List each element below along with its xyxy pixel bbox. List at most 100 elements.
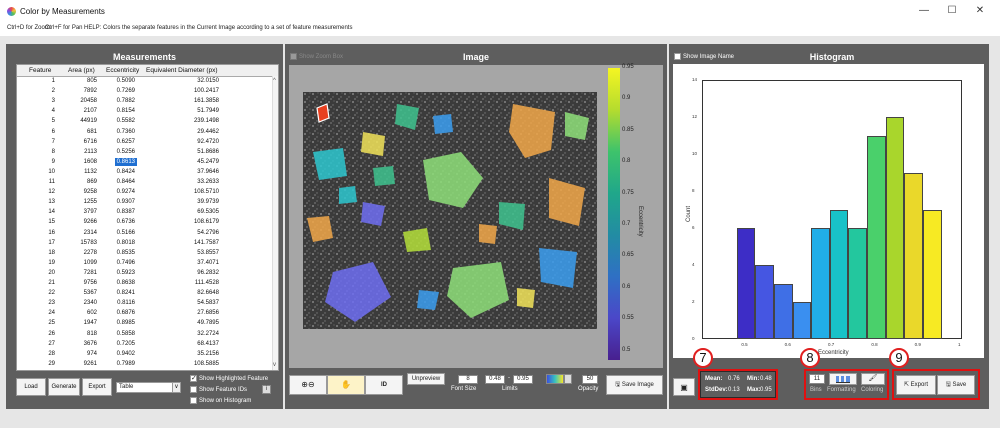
cell-diameter: 37.9646 bbox=[197, 168, 219, 175]
table-row[interactable]: 14 3797 0.8387 69.5305 bbox=[17, 208, 275, 217]
measurements-table[interactable]: Feature Area (px) Eccentricity Equivalen… bbox=[16, 64, 279, 371]
info-icon[interactable]: i bbox=[262, 385, 271, 394]
table-row[interactable]: 6 681 0.7360 29.4462 bbox=[17, 128, 275, 137]
cell-diameter: 45.2479 bbox=[197, 158, 219, 165]
table-row[interactable]: 16 2314 0.5166 54.2796 bbox=[17, 229, 275, 238]
show-image-name-checkbox[interactable] bbox=[674, 53, 681, 60]
highlighted-feature bbox=[316, 103, 330, 123]
cell-feature: 12 bbox=[48, 189, 55, 196]
copy-to-clipboard-button[interactable]: ▣ bbox=[673, 378, 695, 396]
id-tool-button[interactable]: ID bbox=[365, 375, 403, 395]
font-size-input[interactable]: 8 bbox=[458, 375, 478, 384]
segmented-image[interactable] bbox=[303, 92, 597, 329]
table-row[interactable]: 1 805 0.5090 32.0150 bbox=[17, 77, 275, 86]
table-row[interactable]: 29 9261 0.7989 108.5885 bbox=[17, 360, 275, 369]
table-row[interactable]: 18 2278 0.8535 53.8557 bbox=[17, 249, 275, 258]
limit-high-input[interactable]: 0.95 bbox=[513, 375, 533, 384]
cell-feature: 8 bbox=[51, 148, 55, 155]
table-row[interactable]: 10 1132 0.8424 37.9646 bbox=[17, 168, 275, 177]
y-tick-label: 4 bbox=[692, 262, 695, 267]
cell-area: 9756 bbox=[83, 280, 97, 286]
marker-8: 8 bbox=[800, 348, 820, 368]
scroll-up-icon[interactable]: ^ bbox=[273, 78, 276, 84]
image-title: Image bbox=[462, 52, 489, 62]
show-highlighted-checkbox[interactable] bbox=[190, 374, 197, 382]
table-row[interactable]: 9 1608 0.8613 45.2479 bbox=[17, 157, 275, 167]
col-diameter[interactable]: Equivalent Diameter (px) bbox=[146, 67, 218, 74]
cell-area: 20458 bbox=[80, 98, 97, 105]
help-bar: Ctrl+D for Zoom Ctrl+F for Pan HELP: Col… bbox=[0, 22, 1000, 36]
load-button[interactable]: Load bbox=[16, 378, 46, 396]
cell-eccentricity: 0.8387 bbox=[116, 209, 135, 216]
table-row[interactable]: 17 15783 0.8018 141.7587 bbox=[17, 239, 275, 248]
cell-feature: 18 bbox=[48, 249, 55, 256]
colormap-swatch[interactable] bbox=[546, 374, 564, 384]
table-scrollbar[interactable] bbox=[272, 76, 278, 370]
table-row[interactable]: 7 6716 0.6257 92.4720 bbox=[17, 138, 275, 147]
table-row[interactable]: 15 9266 0.6736 108.6179 bbox=[17, 218, 275, 227]
table-row[interactable]: 26 818 0.5858 32.2724 bbox=[17, 330, 275, 339]
cell-feature: 28 bbox=[48, 350, 55, 357]
minimize-button[interactable]: — bbox=[914, 4, 934, 18]
limit-low-input[interactable]: 0.48 bbox=[485, 375, 505, 384]
table-row[interactable]: 28 974 0.9402 35.2156 bbox=[17, 350, 275, 359]
title-bar bbox=[0, 0, 1000, 22]
cell-feature: 24 bbox=[48, 310, 55, 317]
table-row[interactable]: 12 9258 0.9274 108.5710 bbox=[17, 188, 275, 197]
table-row[interactable]: 24 602 0.6876 27.6856 bbox=[17, 309, 275, 318]
cell-area: 681 bbox=[86, 128, 97, 135]
table-row[interactable]: 23 2340 0.8116 54.5837 bbox=[17, 299, 275, 308]
cell-area: 869 bbox=[86, 179, 97, 185]
table-row[interactable]: 2 7892 0.7269 100.2417 bbox=[17, 87, 275, 96]
cell-feature: 16 bbox=[48, 229, 55, 236]
table-row[interactable]: 4 2107 0.8154 51.7949 bbox=[17, 107, 275, 116]
table-row[interactable]: 8 2113 0.5256 51.8686 bbox=[17, 148, 275, 157]
x-tick-label: 1 bbox=[958, 342, 961, 347]
table-row[interactable]: 5 44919 0.5582 239.1498 bbox=[17, 117, 275, 126]
save-image-button[interactable]: 🖫 Save Image bbox=[606, 375, 663, 395]
histogram-bar bbox=[755, 265, 774, 339]
cell-diameter: 37.4071 bbox=[197, 259, 219, 266]
colorbar-label: Eccentricity bbox=[637, 206, 643, 237]
table-row[interactable]: 22 5367 0.8241 82.6648 bbox=[17, 289, 275, 298]
cell-eccentricity: 0.6257 bbox=[116, 138, 135, 145]
y-tick-label: 10 bbox=[692, 151, 698, 156]
cell-diameter: 29.4462 bbox=[197, 128, 219, 135]
save-image-label: Save Image bbox=[621, 382, 654, 388]
export-format-select[interactable]: Table bbox=[116, 382, 176, 393]
show-ids-checkbox[interactable] bbox=[190, 386, 197, 393]
col-feature[interactable]: Feature bbox=[29, 67, 51, 74]
table-row[interactable]: 21 9756 0.8638 111.4528 bbox=[17, 279, 275, 288]
table-row[interactable]: 27 3676 0.7205 68.4137 bbox=[17, 340, 275, 349]
cell-area: 6716 bbox=[83, 138, 97, 145]
table-row[interactable]: 25 1947 0.8985 49.7895 bbox=[17, 319, 275, 328]
colorbar-tick: 0.5 bbox=[622, 346, 631, 353]
table-row[interactable]: 3 20458 0.7882 161.3858 bbox=[17, 97, 275, 106]
scroll-down-icon[interactable]: v bbox=[273, 362, 276, 368]
unpreview-button[interactable]: Unpreview bbox=[407, 373, 445, 385]
col-eccentricity[interactable]: Eccentricity bbox=[106, 67, 139, 74]
table-row[interactable]: 11 869 0.8464 33.2633 bbox=[17, 178, 275, 187]
chevron-down-icon[interactable]: ∨ bbox=[172, 382, 181, 393]
col-area[interactable]: Area (px) bbox=[68, 67, 95, 74]
hand-icon: ✋ bbox=[341, 380, 351, 389]
cell-feature: 17 bbox=[48, 239, 55, 246]
colormap-picker[interactable] bbox=[564, 374, 572, 384]
cell-feature: 14 bbox=[48, 209, 55, 216]
close-button[interactable]: ✕ bbox=[970, 4, 990, 18]
cell-diameter: 69.5305 bbox=[197, 209, 219, 216]
opacity-input[interactable]: 50 bbox=[582, 375, 598, 384]
cell-feature: 11 bbox=[48, 179, 55, 185]
marker-7: 7 bbox=[693, 348, 713, 368]
cell-eccentricity: 0.9307 bbox=[116, 199, 135, 206]
table-row[interactable]: 13 1255 0.9307 39.9739 bbox=[17, 198, 275, 207]
zoom-tool-button[interactable]: ⊕⊖ bbox=[289, 375, 327, 395]
cell-eccentricity: 0.8116 bbox=[117, 300, 135, 307]
maximize-button[interactable]: ☐ bbox=[942, 4, 962, 18]
table-row[interactable]: 19 1099 0.7496 37.4071 bbox=[17, 259, 275, 268]
show-on-histogram-checkbox[interactable] bbox=[190, 397, 197, 404]
pan-tool-button[interactable]: ✋ bbox=[327, 375, 365, 395]
generate-button[interactable]: Generate bbox=[48, 378, 80, 396]
table-row[interactable]: 20 7281 0.5923 96.2832 bbox=[17, 269, 275, 278]
export-table-button[interactable]: Export bbox=[82, 378, 112, 396]
